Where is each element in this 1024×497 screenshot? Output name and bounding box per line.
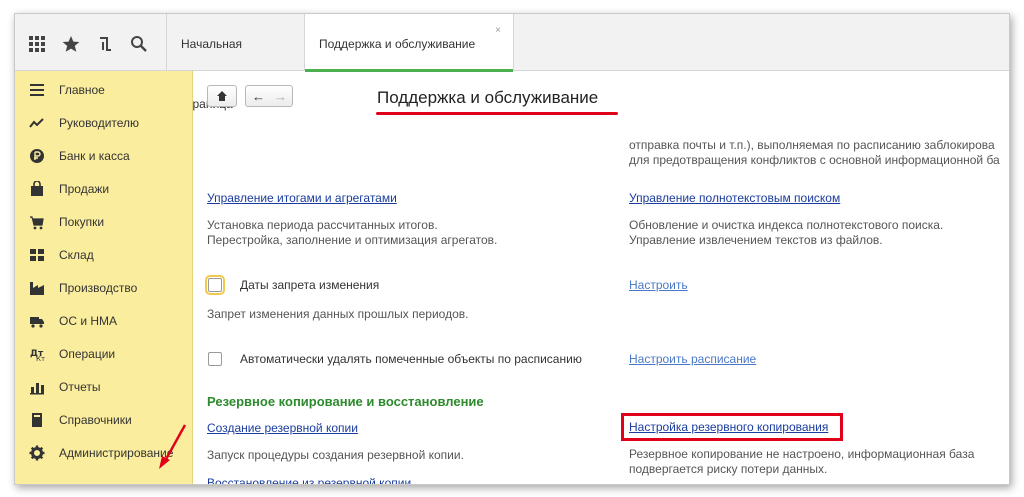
truck-icon <box>30 316 44 328</box>
sidebar-item-label: Склад <box>59 247 94 262</box>
annotation-arrow-icon <box>159 424 187 469</box>
sidebar-item-sales[interactable]: Продажи <box>15 172 193 205</box>
sidebar-item-label: Продажи <box>59 181 110 196</box>
auto-delete-schedule-link[interactable]: Настроить расписание <box>629 352 756 366</box>
back-arrow-icon: ← <box>252 88 265 104</box>
lock-dates-checkbox[interactable] <box>205 275 225 295</box>
operations-icon: ДтКт <box>30 349 45 362</box>
svg-text:Кт: Кт <box>36 355 45 362</box>
close-icon[interactable]: × <box>495 26 501 36</box>
toolbar-icons <box>15 14 167 71</box>
sidebar: Главное Руководителю Банк и касса Продаж… <box>15 71 193 484</box>
title-highlight <box>376 112 618 115</box>
sidebar-item-reports[interactable]: Отчеты <box>15 370 193 403</box>
warehouse-icon <box>30 248 44 261</box>
auto-delete-checkbox[interactable] <box>208 352 222 366</box>
sidebar-item-label: Руководителю <box>59 115 140 130</box>
sidebar-item-label: Справочники <box>59 412 132 427</box>
fulltext-search-link[interactable]: Управление полнотекстовым поиском <box>629 191 840 205</box>
backup-settings-link[interactable]: Настройка резервного копирования <box>629 420 828 434</box>
auto-delete-label: Автоматически удалять помеченные объекты… <box>240 352 582 366</box>
sidebar-item-assets[interactable]: ОС и НМА <box>15 304 193 337</box>
sidebar-item-manager[interactable]: Руководителю <box>15 106 193 139</box>
cart-icon <box>30 215 44 229</box>
fulltext-desc-line-1: Обновление и очистка индекса полнотексто… <box>629 218 944 232</box>
search-icon[interactable] <box>129 34 149 54</box>
book-icon <box>32 412 42 427</box>
ruble-icon <box>30 148 44 163</box>
tab-home-page[interactable]: Начальная страница <box>167 14 305 111</box>
backup-settings-desc-line-1: Резервное копирование не настроено, инфо… <box>629 447 975 461</box>
backup-section-title: Резервное копирование и восстановление <box>207 394 484 409</box>
sidebar-item-operations[interactable]: Дт Кт Операции <box>15 337 193 370</box>
factory-icon <box>30 281 44 295</box>
restore-backup-link[interactable]: Восстановление из резервной копии <box>207 476 411 484</box>
history-icon[interactable] <box>95 34 115 54</box>
tab-support-maintenance[interactable]: Поддержка и обслуживание × <box>305 14 514 72</box>
star-icon[interactable] <box>61 34 81 54</box>
schedule-desc-line-1: отправка почты и т.п.), выполняемая по р… <box>629 138 995 152</box>
sidebar-item-label: Покупки <box>59 214 105 229</box>
back-button[interactable]: ← → <box>245 85 293 107</box>
sidebar-item-label: Банк и касса <box>59 148 130 163</box>
main-content: ← → Поддержка и обслуживание отправка по… <box>193 71 1009 484</box>
schedule-desc-line-2: для предотвращения конфликтов с основной… <box>629 153 1000 167</box>
sidebar-item-bank[interactable]: Банк и касса <box>15 139 193 172</box>
sidebar-item-label: Главное <box>59 82 105 97</box>
sidebar-item-label: Отчеты <box>59 379 101 394</box>
backup-create-link[interactable]: Создание резервной копии <box>207 421 358 435</box>
totals-desc-line-1: Установка периода рассчитанных итогов. <box>207 218 438 232</box>
home-button[interactable] <box>207 85 237 107</box>
forward-arrow-icon[interactable]: → <box>274 89 287 104</box>
sidebar-item-label: ОС и НМА <box>59 313 118 328</box>
tab-label: Поддержка и обслуживание <box>319 37 476 51</box>
totals-desc-line-2: Перестройка, заполнение и оптимизация аг… <box>207 233 498 247</box>
chart-icon <box>30 382 44 394</box>
backup-settings-desc-line-2: подвергается риску потери данных. <box>629 462 828 476</box>
bag-icon <box>31 180 43 196</box>
sidebar-item-warehouse[interactable]: Склад <box>15 238 193 271</box>
app-window: Начальная страница Поддержка и обслужива… <box>14 13 1010 485</box>
trend-icon <box>29 117 44 128</box>
sidebar-item-main[interactable]: Главное <box>15 73 193 106</box>
fulltext-desc-line-2: Управление извлечением текстов из файлов… <box>629 233 883 247</box>
sidebar-item-label: Производство <box>59 280 138 295</box>
home-icon <box>217 91 227 101</box>
lock-dates-label: Даты запрета изменения <box>240 278 380 292</box>
menu-icon <box>30 83 44 96</box>
gear-icon <box>29 445 45 460</box>
sidebar-item-purchases[interactable]: Покупки <box>15 205 193 238</box>
lock-dates-setup-link[interactable]: Настроить <box>629 278 688 292</box>
backup-create-desc: Запуск процедуры создания резервной копи… <box>207 448 464 462</box>
sidebar-item-production[interactable]: Производство <box>15 271 193 304</box>
lock-dates-desc: Запрет изменения данных прошлых периодов… <box>207 307 469 321</box>
sidebar-item-label: Операции <box>59 346 116 361</box>
apps-grid-icon[interactable] <box>27 34 47 54</box>
page-title: Поддержка и обслуживание <box>377 88 599 107</box>
top-bar: Начальная страница Поддержка и обслужива… <box>15 14 1009 111</box>
totals-aggregates-link[interactable]: Управление итогами и агрегатами <box>207 191 397 205</box>
